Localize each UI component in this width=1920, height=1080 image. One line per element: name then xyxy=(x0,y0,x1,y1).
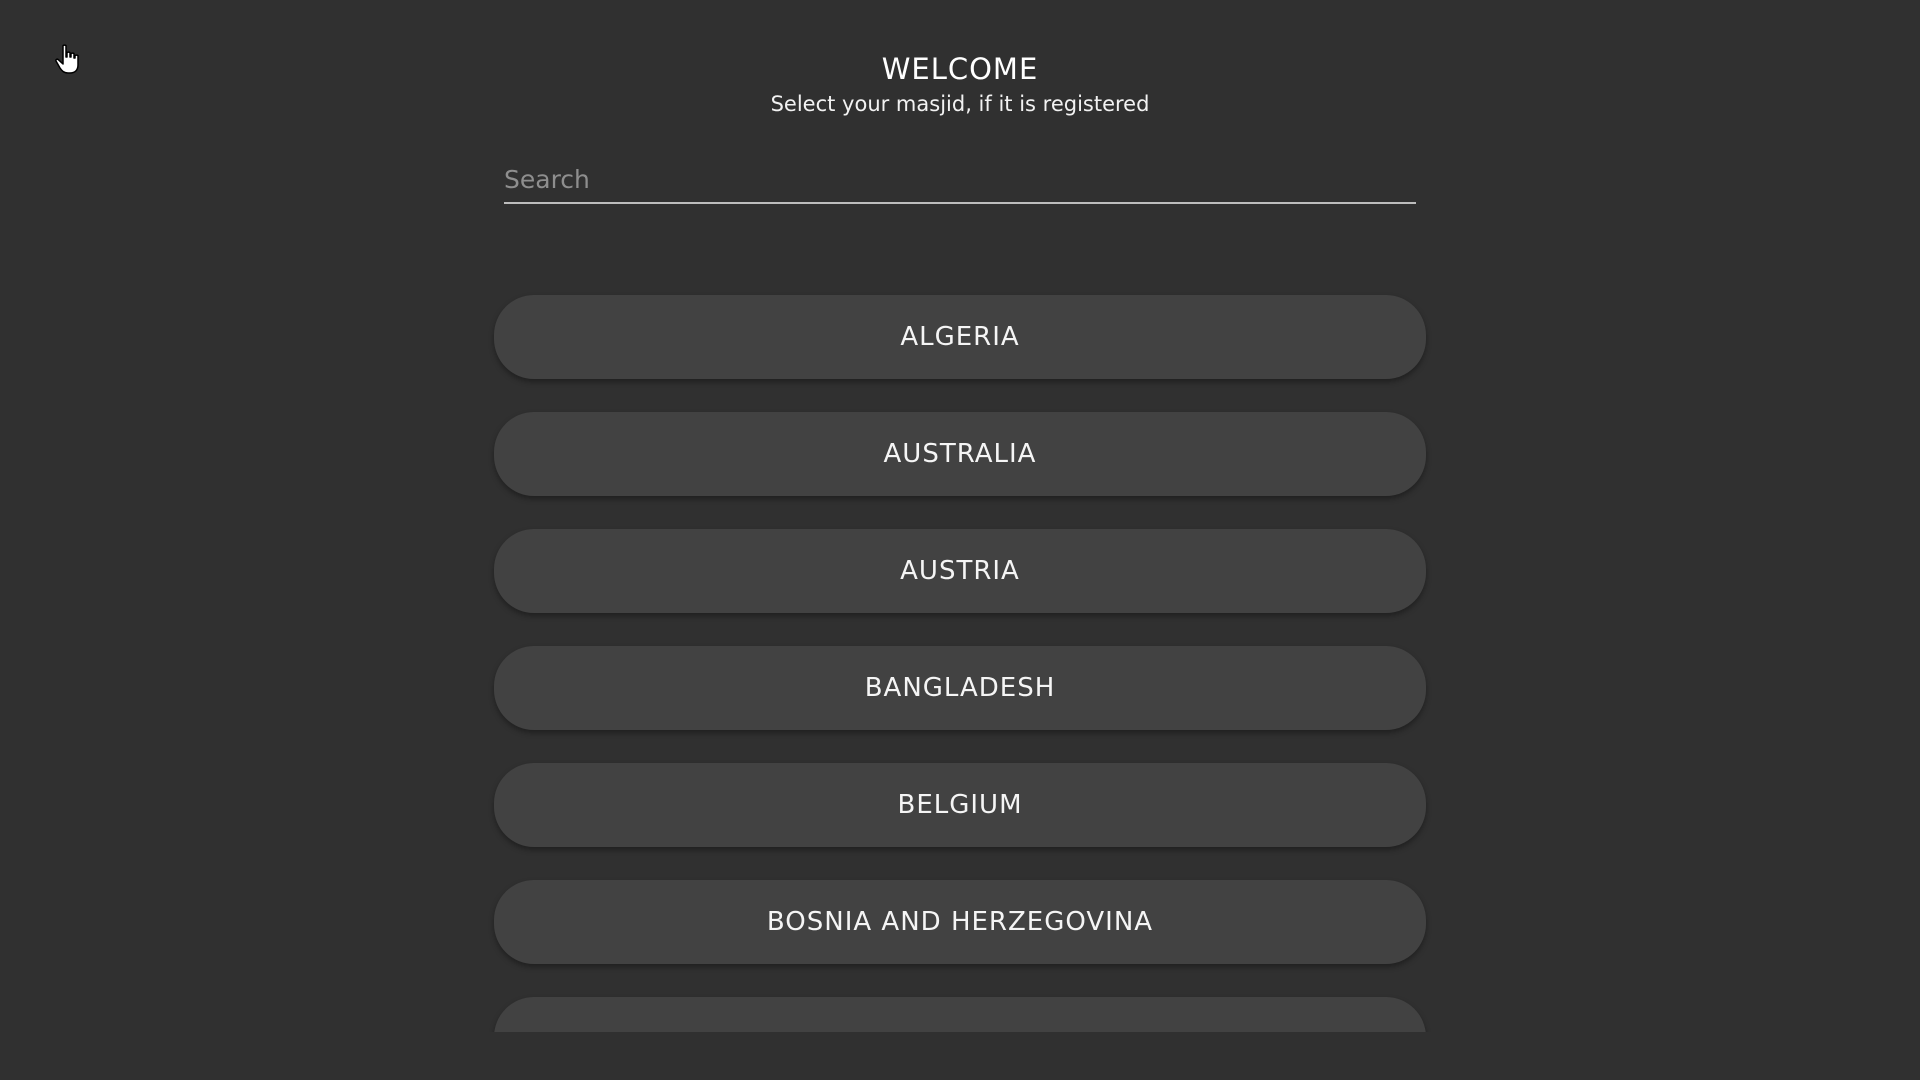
country-list: ALGERIA AUSTRALIA AUSTRIA BANGLADESH BEL… xyxy=(480,290,1440,1032)
welcome-header: WELCOME Select your masjid, if it is reg… xyxy=(0,50,1920,118)
country-button-partial[interactable] xyxy=(494,997,1426,1032)
country-button-algeria[interactable]: ALGERIA xyxy=(494,295,1426,379)
page-subtitle: Select your masjid, if it is registered xyxy=(770,92,1150,116)
country-button-austria[interactable]: AUSTRIA xyxy=(494,529,1426,613)
search-field xyxy=(504,158,1416,204)
masjid-select-screen: WELCOME Select your masjid, if it is reg… xyxy=(0,0,1920,1080)
country-list-viewport[interactable]: ALGERIA AUSTRALIA AUSTRIA BANGLADESH BEL… xyxy=(480,290,1440,1032)
country-button-australia[interactable]: AUSTRALIA xyxy=(494,412,1426,496)
search-input[interactable] xyxy=(504,158,1416,200)
country-button-bosnia-and-herzegovina[interactable]: BOSNIA AND HERZEGOVINA xyxy=(494,880,1426,964)
page-title: WELCOME xyxy=(881,52,1039,86)
country-button-bangladesh[interactable]: BANGLADESH xyxy=(494,646,1426,730)
country-button-belgium[interactable]: BELGIUM xyxy=(494,763,1426,847)
